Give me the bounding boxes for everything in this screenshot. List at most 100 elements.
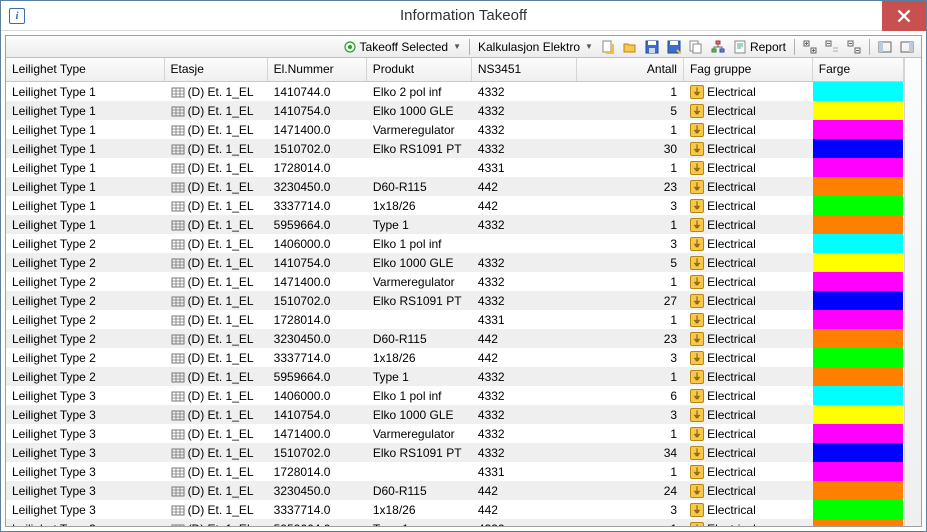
table-row[interactable]: Leilighet Type 2(D) Et. 1_EL3337714.01x1… [6, 348, 904, 367]
table-row[interactable]: Leilighet Type 3(D) Et. 1_EL5959664.0Typ… [6, 519, 904, 526]
table-row[interactable]: Leilighet Type 3(D) Et. 1_EL1728014.0433… [6, 462, 904, 481]
orgchart-button[interactable] [708, 38, 728, 56]
electrical-icon: ⏚ [690, 294, 704, 308]
col-header-elnummer[interactable]: El.Nummer [268, 58, 367, 81]
table-row[interactable]: Leilighet Type 1(D) Et. 1_EL3337714.01x1… [6, 196, 904, 215]
cell-elnummer: 1471400.0 [268, 424, 367, 443]
electrical-icon: ⏚ [690, 180, 704, 194]
table-row[interactable]: Leilighet Type 3(D) Et. 1_EL1510702.0Elk… [6, 443, 904, 462]
col-header-leilighet-type[interactable]: Leilighet Type [6, 58, 165, 81]
col-header-farge[interactable]: Farge [813, 58, 904, 81]
cell-ns3451: 4332 [472, 139, 577, 158]
table-row[interactable]: Leilighet Type 3(D) Et. 1_EL3337714.01x1… [6, 500, 904, 519]
table-row[interactable]: Leilighet Type 3(D) Et. 1_EL1471400.0Var… [6, 424, 904, 443]
color-swatch [813, 253, 903, 272]
electrical-icon: ⏚ [690, 351, 704, 365]
table-row[interactable]: Leilighet Type 2(D) Et. 1_EL3230450.0D60… [6, 329, 904, 348]
cell-antall: 1 [577, 272, 684, 291]
table-row[interactable]: Leilighet Type 1(D) Et. 1_EL1471400.0Var… [6, 120, 904, 139]
cell-produkt: Type 1 [367, 519, 472, 526]
close-button[interactable] [882, 1, 926, 31]
cell-ns3451: 4332 [472, 443, 577, 462]
color-swatch [813, 139, 903, 158]
table-row[interactable]: Leilighet Type 1(D) Et. 1_EL1510702.0Elk… [6, 139, 904, 158]
cell-ns3451: 4332 [472, 367, 577, 386]
save-as-button[interactable] [664, 38, 684, 56]
copy-button[interactable] [686, 38, 706, 56]
table-row[interactable]: Leilighet Type 1(D) Et. 1_EL3230450.0D60… [6, 177, 904, 196]
cell-ns3451: 442 [472, 329, 577, 348]
table-row[interactable]: Leilighet Type 2(D) Et. 1_EL5959664.0Typ… [6, 367, 904, 386]
table-row[interactable]: Leilighet Type 1(D) Et. 1_EL1728014.0433… [6, 158, 904, 177]
table-row[interactable]: Leilighet Type 2(D) Et. 1_EL1510702.0Elk… [6, 291, 904, 310]
open-button[interactable] [620, 38, 640, 56]
color-swatch [813, 310, 903, 329]
window-title: Information Takeoff [1, 7, 926, 24]
electrical-icon: ⏚ [690, 237, 704, 251]
expand-all-button[interactable] [800, 38, 820, 56]
cell-elnummer: 1510702.0 [268, 291, 367, 310]
panel-left-button[interactable] [875, 38, 895, 56]
collapse-top-button[interactable] [822, 38, 842, 56]
cell-antall: 1 [577, 424, 684, 443]
table-row[interactable]: Leilighet Type 3(D) Et. 1_EL1410754.0Elk… [6, 405, 904, 424]
table-row[interactable]: Leilighet Type 1(D) Et. 1_EL1410754.0Elk… [6, 101, 904, 120]
col-header-produkt[interactable]: Produkt [367, 58, 472, 81]
collapse-top-icon [825, 40, 839, 54]
level-icon [171, 237, 185, 251]
cell-farge [813, 101, 904, 120]
col-header-ns3451[interactable]: NS3451 [472, 58, 577, 81]
table-row[interactable]: Leilighet Type 2(D) Et. 1_EL1406000.0Elk… [6, 234, 904, 253]
cell-antall: 3 [577, 234, 684, 253]
cell-produkt: Elko RS1091 PT [367, 139, 472, 158]
scrollbar[interactable] [904, 58, 921, 526]
table-row[interactable]: Leilighet Type 3(D) Et. 1_EL1406000.0Elk… [6, 386, 904, 405]
table-row[interactable]: Leilighet Type 1(D) Et. 1_EL5959664.0Typ… [6, 215, 904, 234]
cell-antall: 1 [577, 310, 684, 329]
cell-ns3451: 442 [472, 177, 577, 196]
cell-fag-gruppe: ⏚Electrical [684, 481, 813, 500]
cell-elnummer: 1410754.0 [268, 253, 367, 272]
table-row[interactable]: Leilighet Type 1(D) Et. 1_EL1410744.0Elk… [6, 82, 904, 101]
color-swatch [813, 196, 903, 215]
level-icon [171, 484, 185, 498]
cell-elnummer: 1471400.0 [268, 120, 367, 139]
cell-etasje: (D) Et. 1_EL [165, 310, 268, 329]
cell-farge [813, 367, 904, 386]
table-row[interactable]: Leilighet Type 2(D) Et. 1_EL1471400.0Var… [6, 272, 904, 291]
window-root: i Information Takeoff Takeoff Selected ▼… [0, 0, 927, 532]
title-bar[interactable]: i Information Takeoff [1, 1, 926, 31]
cell-leilighet-type: Leilighet Type 2 [6, 234, 165, 253]
cell-farge [813, 481, 904, 500]
collapse-all-button[interactable] [844, 38, 864, 56]
cell-elnummer: 1471400.0 [268, 272, 367, 291]
col-header-antall[interactable]: Antall [577, 58, 684, 81]
cell-produkt: Elko 1000 GLE [367, 405, 472, 424]
panel-right-button[interactable] [897, 38, 917, 56]
cell-farge [813, 405, 904, 424]
cell-etasje: (D) Et. 1_EL [165, 215, 268, 234]
color-swatch [813, 177, 903, 196]
table-row[interactable]: Leilighet Type 3(D) Et. 1_EL3230450.0D60… [6, 481, 904, 500]
separator [794, 39, 795, 55]
takeoff-selected-button[interactable]: Takeoff Selected ▼ [340, 38, 464, 56]
new-button[interactable] [598, 38, 618, 56]
cell-antall: 1 [577, 462, 684, 481]
cell-ns3451: 4332 [472, 101, 577, 120]
col-header-etasje[interactable]: Etasje [165, 58, 268, 81]
cell-leilighet-type: Leilighet Type 1 [6, 82, 165, 101]
save-button[interactable] [642, 38, 662, 56]
cell-etasje: (D) Et. 1_EL [165, 139, 268, 158]
cell-antall: 5 [577, 101, 684, 120]
table-row[interactable]: Leilighet Type 2(D) Et. 1_EL1728014.0433… [6, 310, 904, 329]
color-swatch [813, 405, 903, 424]
report-button[interactable]: Report [730, 38, 789, 56]
cell-farge [813, 253, 904, 272]
grid-rows[interactable]: Leilighet Type 1(D) Et. 1_EL1410744.0Elk… [6, 82, 904, 526]
cell-ns3451: 4331 [472, 158, 577, 177]
copy-icon [689, 40, 703, 54]
table-row[interactable]: Leilighet Type 2(D) Et. 1_EL1410754.0Elk… [6, 253, 904, 272]
col-header-fag-gruppe[interactable]: Fag gruppe [684, 58, 813, 81]
level-icon [171, 370, 185, 384]
preset-dropdown[interactable]: Kalkulasjon Elektro ▼ [475, 38, 596, 56]
